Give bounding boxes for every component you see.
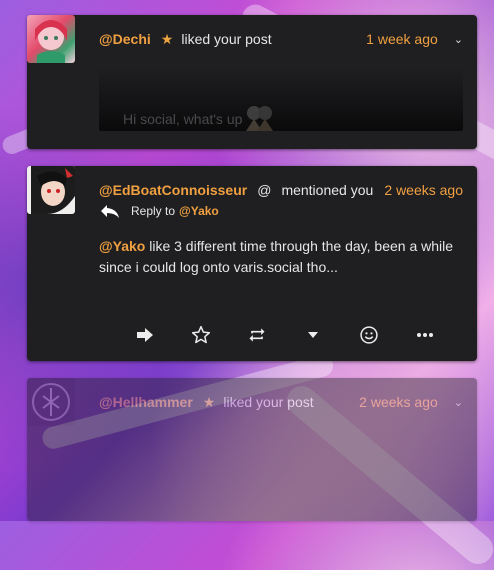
- post-preview[interactable]: Hi social, what's up: [99, 65, 463, 131]
- notification-card[interactable]: @Dechi ★ liked your post 1 week ago ⌄ Hi…: [27, 15, 477, 149]
- notification-header: @EdBoatConnoisseur @ mentioned you 2 wee…: [99, 180, 463, 200]
- post-body: @Yako like 3 different time through the …: [99, 236, 457, 278]
- avatar[interactable]: [27, 378, 75, 426]
- boost-button[interactable]: [229, 321, 285, 349]
- more-options-button[interactable]: [397, 321, 453, 349]
- react-button[interactable]: [341, 321, 397, 349]
- reply-context: Reply to @Yako: [99, 203, 219, 219]
- notification-header: @Hellhammer ★ liked your post 2 weeks ag…: [99, 392, 463, 412]
- avatar[interactable]: [27, 166, 75, 214]
- reply-label: Reply to: [131, 204, 176, 218]
- username-link[interactable]: @Hellhammer: [99, 394, 193, 410]
- timestamp[interactable]: 1 week ago: [366, 31, 438, 47]
- post-preview-text: Hi social, what's up: [123, 111, 243, 127]
- reply-button[interactable]: [117, 321, 173, 349]
- share-arrow-icon: [137, 328, 153, 342]
- chevron-down-icon[interactable]: ⌄: [454, 396, 463, 409]
- notification-header: @Dechi ★ liked your post 1 week ago ⌄: [99, 29, 463, 49]
- notification-card[interactable]: @EdBoatConnoisseur @ mentioned you 2 wee…: [27, 166, 477, 361]
- notification-action: liked your post: [181, 31, 272, 47]
- caret-down-icon: [308, 332, 318, 338]
- post-body-text: like 3 different time through the day, b…: [99, 238, 454, 275]
- star-icon: ★: [160, 30, 174, 47]
- favourite-button[interactable]: [173, 321, 229, 349]
- post-action-bar: [117, 321, 453, 349]
- notification-card[interactable]: @Hellhammer ★ liked your post 2 weeks ag…: [27, 378, 477, 521]
- more-dropdown-button[interactable]: [285, 321, 341, 349]
- reply-icon: [101, 205, 119, 218]
- smiley-icon: [360, 326, 378, 344]
- chevron-down-icon[interactable]: ⌄: [454, 33, 463, 46]
- ellipsis-icon: [417, 333, 433, 337]
- notification-action: liked your post: [223, 394, 314, 410]
- repeat-icon: [249, 328, 265, 342]
- reply-to-link[interactable]: @Yako: [179, 204, 219, 218]
- mention-link[interactable]: @Yako: [99, 238, 145, 254]
- star-icon: ★: [202, 393, 216, 410]
- username-link[interactable]: @EdBoatConnoisseur: [99, 182, 247, 198]
- notification-action: mentioned you: [281, 182, 374, 198]
- emoji-icon: [246, 106, 273, 131]
- username-link[interactable]: @Dechi: [99, 31, 151, 47]
- timestamp[interactable]: 2 weeks ago: [359, 394, 438, 410]
- star-outline-icon: [191, 325, 211, 344]
- timestamp[interactable]: 2 weeks ago: [384, 182, 463, 198]
- avatar[interactable]: [27, 15, 75, 63]
- at-icon: @: [257, 182, 272, 198]
